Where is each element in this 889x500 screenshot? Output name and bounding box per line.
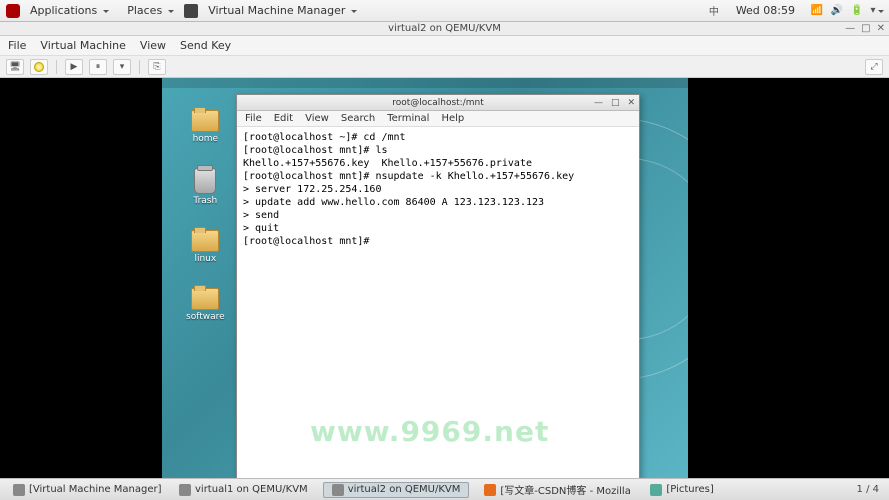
run-button[interactable]: ▶ [65,59,83,75]
desktop-icon-software[interactable]: software [186,288,225,322]
desktop-icons: home Trash linux software [186,110,225,322]
snapshot-button[interactable]: ⎘ [148,59,166,75]
vmm-toolbar: 🖥 ▶ ⏸ ▾ ⎘ ⤢ [0,56,889,78]
fullscreen-button[interactable]: ⤢ [865,59,883,75]
folder-icon [191,230,219,252]
guest-desktop: home Trash linux software root@lo [162,78,688,478]
guest-display-area[interactable]: home Trash linux software root@lo [0,78,889,478]
terminal-menu-edit[interactable]: Edit [274,113,293,124]
task-label: virtual1 on QEMU/KVM [195,484,308,495]
terminal-menu-view[interactable]: View [305,113,329,124]
console-button[interactable]: 🖥 [6,59,24,75]
guest-top-panel [162,78,688,88]
user-menu-icon[interactable]: ▾ [871,5,883,17]
terminal-window: root@localhost:/mnt — □ ✕ File Edit View… [236,94,640,478]
trash-icon [194,168,216,194]
close-button[interactable]: ✕ [877,23,885,34]
lightbulb-icon [34,62,44,72]
desktop-icon-trash[interactable]: Trash [193,168,217,206]
icon-label: home [193,134,219,144]
network-icon[interactable]: 📶 [811,5,823,17]
active-app-menu[interactable]: Virtual Machine Manager [200,4,365,17]
icon-label: software [186,312,225,322]
toolbar-separator [56,60,57,74]
terminal-title: root@localhost:/mnt [392,98,484,108]
taskbar-item-firefox[interactable]: [写文章-CSDN博客 - Mozilla Firef... [475,480,635,499]
distro-icon [6,4,20,18]
app-icon [179,484,191,496]
folder-icon [191,110,219,132]
menu-file[interactable]: File [8,39,26,52]
task-label: [Pictures] [666,484,713,495]
desktop-icon-linux[interactable]: linux [191,230,219,264]
menu-send-key[interactable]: Send Key [180,39,231,52]
icon-label: Trash [193,196,217,206]
applications-menu[interactable]: Applications [22,4,117,17]
taskbar-item-virtual2[interactable]: virtual2 on QEMU/KVM [323,482,470,498]
host-top-panel: Applications Places Virtual Machine Mana… [0,0,889,22]
clock[interactable]: Wed 08:59 [728,4,803,17]
menu-view[interactable]: View [140,39,166,52]
details-button[interactable] [30,59,48,75]
terminal-minimize-button[interactable]: — [594,98,603,108]
terminal-menubar: File Edit View Search Terminal Help [237,111,639,127]
input-method-indicator[interactable]: 中 [708,5,720,17]
taskbar-item-virtual1[interactable]: virtual1 on QEMU/KVM [170,482,317,498]
task-label: [Virtual Machine Manager] [29,484,162,495]
terminal-menu-file[interactable]: File [245,113,262,124]
host-taskbar: [Virtual Machine Manager] virtual1 on QE… [0,478,889,500]
taskbar-item-pictures[interactable]: [Pictures] [641,482,722,498]
places-menu[interactable]: Places [119,4,182,17]
icon-label: linux [194,254,216,264]
volume-icon[interactable]: 🔊 [831,5,843,17]
terminal-menu-search[interactable]: Search [341,113,375,124]
app-icon [650,484,662,496]
minimize-button[interactable]: — [845,23,855,34]
desktop-icon-home[interactable]: home [191,110,219,144]
vmm-title: virtual2 on QEMU/KVM [388,23,501,34]
terminal-titlebar: root@localhost:/mnt — □ ✕ [237,95,639,111]
toolbar-separator [139,60,140,74]
vmm-app-icon [184,4,198,18]
vmm-window: virtual2 on QEMU/KVM — □ ✕ File Virtual … [0,22,889,478]
vmm-menubar: File Virtual Machine View Send Key [0,36,889,56]
firefox-icon [484,484,496,496]
task-label: [写文章-CSDN博客 - Mozilla Firef... [500,482,635,497]
app-icon [332,484,344,496]
terminal-menu-help[interactable]: Help [441,113,464,124]
terminal-menu-terminal[interactable]: Terminal [387,113,429,124]
terminal-body[interactable]: [root@localhost ~]# cd /mnt [root@localh… [237,127,639,478]
menu-virtual-machine[interactable]: Virtual Machine [40,39,126,52]
maximize-button[interactable]: □ [861,23,870,34]
terminal-close-button[interactable]: ✕ [627,98,635,108]
taskbar-item-vmm[interactable]: [Virtual Machine Manager] [4,482,164,498]
vmm-titlebar: virtual2 on QEMU/KVM — □ ✕ [0,22,889,36]
workspace-pager[interactable]: 1 / 4 [851,484,885,495]
battery-icon[interactable]: 🔋 [851,5,863,17]
app-icon [13,484,25,496]
folder-icon [191,288,219,310]
task-label: virtual2 on QEMU/KVM [348,484,461,495]
shutdown-button[interactable]: ▾ [113,59,131,75]
pause-button[interactable]: ⏸ [89,59,107,75]
terminal-maximize-button[interactable]: □ [611,98,620,108]
